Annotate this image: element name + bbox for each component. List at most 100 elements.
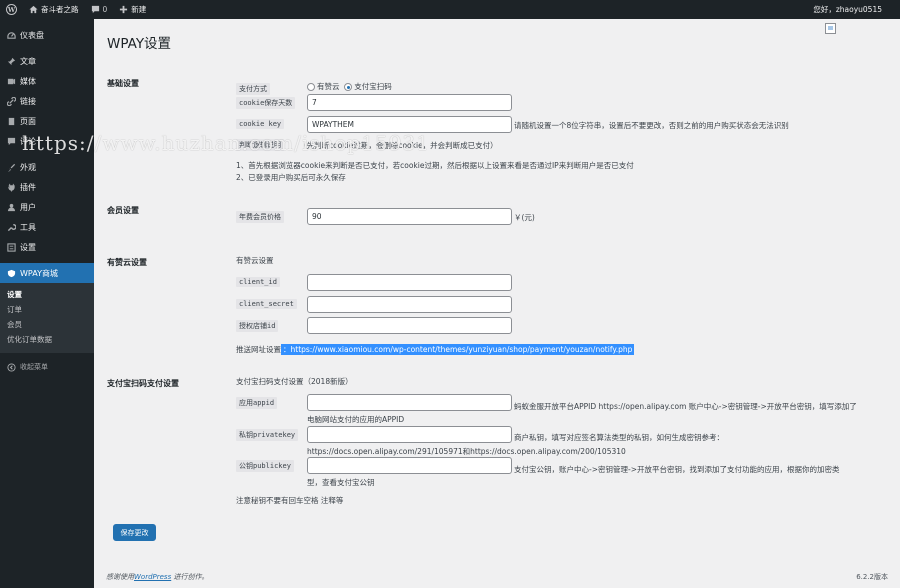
logic-text: （先判断cookie过期，会删除cookie，并会判断成已支付）: [299, 141, 498, 150]
menu-item-users[interactable]: 用户: [0, 197, 94, 217]
wp-logo-menu[interactable]: W: [0, 0, 23, 19]
plugin-icon: [6, 182, 16, 192]
menu-item-appearance[interactable]: 外观: [0, 157, 94, 177]
cookie-days-label: cookie保存天数: [236, 97, 296, 109]
appid-description: 蚂蚁金服开放平台APPID https://open.alipay.com 账户…: [514, 402, 857, 411]
main-content: WPAY设置 基础设置 支付方式 有赞云 支付宝扫码 cookie保存天数 7 …: [94, 19, 900, 588]
admin-sidebar: 仪表盘 文章 媒体 链接 页面 评论 外观 插件 用户 工具 设置 WPAY商城…: [0, 19, 94, 588]
menu-item-label: 仪表盘: [20, 30, 44, 40]
appid-description-2: 电脑网站支付的应用的APPID: [307, 415, 405, 424]
wrench-icon: [6, 222, 16, 232]
broken-image-icon: [825, 23, 836, 34]
menu-item-label: 设置: [20, 242, 36, 252]
site-name: 奋斗者之路: [41, 5, 79, 14]
radio-youzan[interactable]: [307, 83, 315, 91]
plus-icon: [120, 5, 128, 14]
comment-icon: [6, 136, 16, 146]
radio-alipay[interactable]: [344, 83, 353, 91]
cookie-key-label: cookie key: [236, 119, 285, 129]
menu-item-label: 文章: [20, 56, 36, 66]
comment-bubble-icon: [91, 5, 99, 14]
cookie-days-input[interactable]: 7: [307, 94, 512, 111]
client-id-input[interactable]: [307, 274, 512, 291]
menu-item-dashboard[interactable]: 仪表盘: [0, 25, 94, 45]
shop-id-input[interactable]: [307, 317, 512, 334]
site-name-menu[interactable]: 奋斗者之路: [23, 0, 85, 19]
shield-icon: [6, 268, 16, 278]
wordpress-link[interactable]: WordPress: [134, 573, 171, 581]
menu-item-links[interactable]: 链接: [0, 91, 94, 111]
wpay-submenu: 设置 订单 会员 优化订单数据: [0, 283, 94, 353]
menu-item-label: 工具: [20, 222, 36, 232]
home-icon: [29, 5, 38, 14]
new-content-menu[interactable]: 新建: [113, 0, 152, 19]
logic-rule-1: 1、首先根据浏览器cookie来判断是否已支付，若cookie过期，然后根据以上…: [236, 161, 634, 170]
key-note: 注意秘钥不要有回车空格 注释等: [236, 496, 344, 505]
menu-item-label: 用户: [20, 202, 36, 212]
menu-item-plugins[interactable]: 插件: [0, 177, 94, 197]
private-key-label: 私钥privatekey: [236, 429, 299, 441]
menu-item-tools[interactable]: 工具: [0, 217, 94, 237]
annual-price-input[interactable]: 90: [307, 208, 512, 225]
comments-count: 0: [102, 5, 108, 14]
logic-label: 判断逻辑说明: [236, 139, 284, 151]
notify-url-row: 推送网址设置 ：https://www.xiaomiou.com/wp-cont…: [236, 344, 635, 355]
private-key-description-2: https://docs.open.alipay.com/291/105971和…: [307, 447, 626, 456]
user-greeting: 您好，zhaoyu0515: [813, 5, 882, 14]
link-icon: [6, 96, 16, 106]
collapse-menu-button[interactable]: 收起菜单: [0, 357, 94, 377]
collapse-arrow-icon: [6, 362, 16, 372]
radio-alipay-label: 支付宝扫码: [354, 82, 392, 91]
menu-item-label: 插件: [20, 182, 36, 192]
notify-url-value[interactable]: ：https://www.xiaomiou.com/wp-content/the…: [281, 344, 635, 355]
alipay-subtitle: 支付宝扫码支付设置（2018新版）: [236, 377, 353, 386]
menu-item-posts[interactable]: 文章: [0, 51, 94, 71]
save-button[interactable]: 保存更改: [113, 524, 156, 541]
submenu-settings[interactable]: 设置: [0, 287, 94, 302]
client-id-label: client_id: [236, 277, 280, 287]
price-unit: ￥(元): [514, 213, 535, 222]
comments-menu[interactable]: 0: [85, 0, 114, 19]
shop-id-label: 授权店铺id: [236, 320, 279, 332]
public-key-description: 支付宝公钥，账户中心->密钥管理->开放平台密钥，找到添加了支付功能的应用，根据…: [514, 465, 840, 474]
settings-icon: [6, 242, 16, 252]
footer-thanks: 感谢使用WordPress 进行创作。: [106, 572, 208, 582]
submenu-optimize-orders[interactable]: 优化订单数据: [0, 332, 94, 347]
page-title: WPAY设置: [107, 36, 172, 52]
submenu-orders[interactable]: 订单: [0, 302, 94, 317]
youzan-subtitle: 有赞云设置: [236, 256, 274, 265]
menu-item-label: WPAY商城: [20, 268, 58, 278]
radio-youzan-label: 有赞云: [317, 82, 340, 91]
pay-method-label: 支付方式: [236, 83, 270, 95]
annual-price-label: 年费会员价格: [236, 211, 284, 223]
page-icon: [6, 116, 16, 126]
user-icon: [6, 202, 16, 212]
appid-label: 应用appid: [236, 397, 278, 409]
menu-item-wpay[interactable]: WPAY商城: [0, 263, 94, 283]
section-member-title: 会员设置: [107, 206, 139, 215]
collapse-label: 收起菜单: [20, 363, 48, 371]
menu-item-pages[interactable]: 页面: [0, 111, 94, 131]
media-icon: [6, 76, 16, 86]
public-key-description-2: 型，查看支付宝公钥: [307, 478, 375, 487]
public-key-label: 公钥publickey: [236, 460, 294, 472]
private-key-input[interactable]: [307, 426, 512, 443]
cookie-key-input[interactable]: WPAYTHEM: [307, 116, 512, 133]
submenu-members[interactable]: 会员: [0, 317, 94, 332]
my-account-menu[interactable]: 您好，zhaoyu0515: [813, 0, 882, 19]
logic-rule-2: 2、已登录用户购买后可永久保存: [236, 173, 346, 182]
section-alipay-title: 支付宝扫码支付设置: [107, 379, 179, 388]
menu-item-settings[interactable]: 设置: [0, 237, 94, 257]
appid-input[interactable]: [307, 394, 512, 411]
pin-icon: [6, 56, 16, 66]
client-secret-input[interactable]: [307, 296, 512, 313]
footer-suffix: 进行创作。: [173, 573, 209, 581]
menu-item-media[interactable]: 媒体: [0, 71, 94, 91]
private-key-description: 商户私钥，填写对应签名算法类型的私钥，如何生成密钥参考：: [514, 433, 724, 442]
menu-item-comments[interactable]: 评论: [0, 131, 94, 151]
menu-item-label: 媒体: [20, 76, 36, 86]
cookie-key-description: 请随机设置一个8位字符串，设置后不要更改，否则之前的用户购买状态会无法识别: [514, 121, 789, 130]
dashboard-icon: [6, 30, 16, 40]
public-key-input[interactable]: [307, 457, 512, 474]
section-basic-title: 基础设置: [107, 79, 139, 88]
